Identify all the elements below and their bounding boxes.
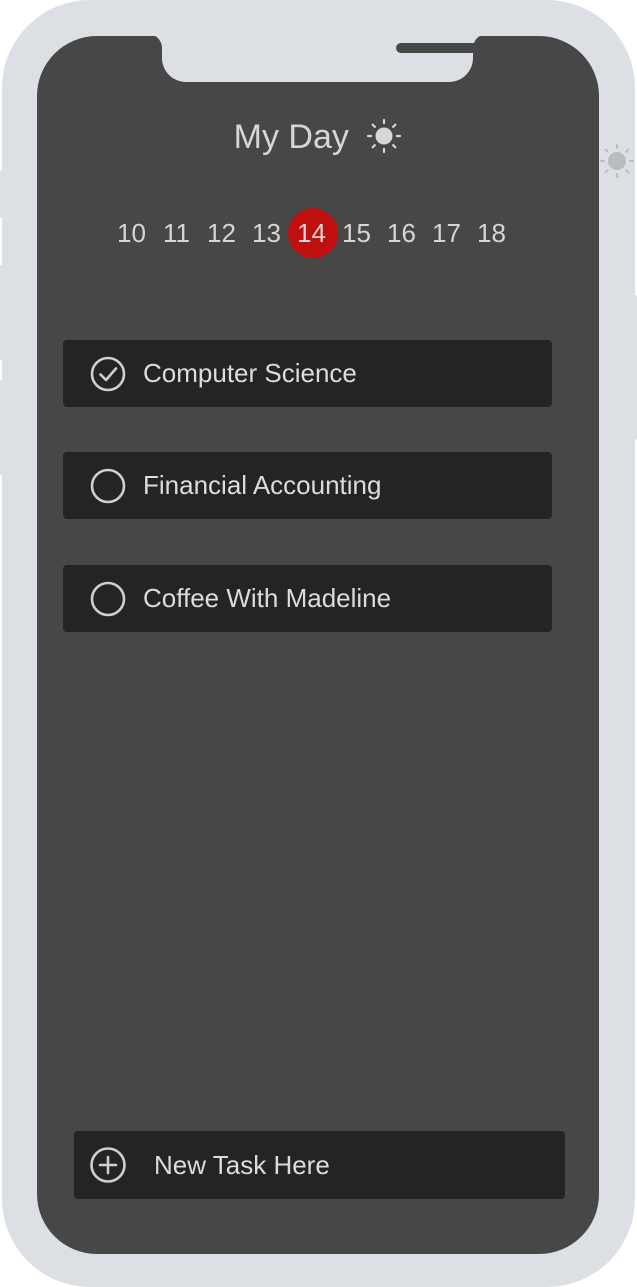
task-label: Computer Science: [143, 358, 357, 388]
volume-down-button: [0, 380, 3, 475]
date-13[interactable]: 13: [244, 209, 289, 257]
task-label: Coffee With Madeline: [143, 583, 392, 613]
date-strip: 10 11 12 13 14 15 16 17 18: [109, 208, 514, 258]
volume-up-button: [0, 265, 3, 360]
task-item[interactable]: Coffee With Madeline: [63, 565, 552, 632]
date-11[interactable]: 11: [154, 209, 199, 257]
new-task-placeholder: New Task Here: [154, 1149, 330, 1180]
empty-circle-icon[interactable]: [90, 581, 126, 617]
app-screen: My Day 10 11 12 13 14 15 16 17 18 Comput…: [37, 36, 599, 1254]
check-circle-icon[interactable]: [90, 356, 126, 392]
task-item[interactable]: Financial Accounting: [63, 452, 552, 519]
date-14-selected[interactable]: 14: [288, 208, 338, 258]
date-15[interactable]: 15: [334, 209, 379, 257]
empty-circle-icon[interactable]: [90, 468, 126, 504]
notch-corner: [148, 36, 162, 48]
notch: [162, 36, 530, 82]
mute-switch: [0, 170, 3, 218]
date-18[interactable]: 18: [469, 209, 514, 257]
date-16[interactable]: 16: [379, 209, 424, 257]
date-17[interactable]: 17: [424, 209, 469, 257]
theme-toggle-sun-icon[interactable]: [600, 144, 634, 178]
task-item[interactable]: Computer Science: [63, 340, 552, 407]
speaker-grille: [396, 43, 489, 53]
new-task-input[interactable]: New Task Here: [74, 1131, 565, 1199]
date-12[interactable]: 12: [199, 209, 244, 257]
page-title: My Day: [233, 118, 349, 156]
sun-icon: [367, 118, 402, 154]
plus-circle-icon[interactable]: [89, 1146, 127, 1184]
date-10[interactable]: 10: [109, 209, 154, 257]
page-header: My Day: [37, 118, 599, 157]
task-label: Financial Accounting: [143, 470, 382, 500]
front-camera: [507, 36, 530, 59]
